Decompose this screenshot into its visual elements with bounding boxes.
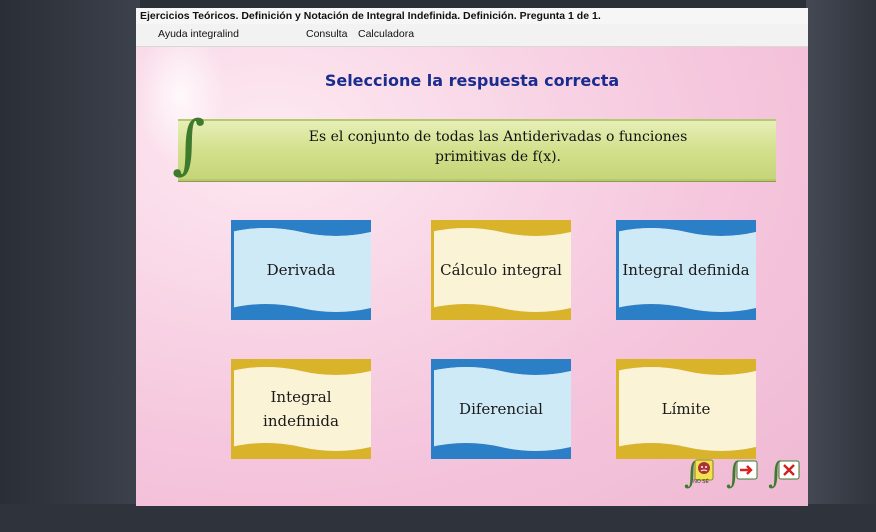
answer-option-label: Cálculo integral — [440, 261, 562, 279]
menu-consulta[interactable]: Consulta — [306, 28, 347, 40]
window-title: Ejercicios Teóricos. Definición y Notaci… — [136, 8, 808, 24]
answer-option-label: Diferencial — [459, 400, 543, 418]
answer-option-label: Integral definida — [622, 261, 750, 279]
answer-option-1[interactable]: Derivada — [231, 220, 371, 320]
question-line-1: Es el conjunto de todas las Antiderivada… — [308, 129, 688, 145]
answer-option-label: Derivada — [266, 261, 336, 279]
answer-option-label: Integral indefinida — [263, 388, 339, 430]
instruction-heading: Seleccione la respuesta correcta — [324, 71, 620, 90]
next-arrow-icon[interactable]: ∫ — [726, 455, 760, 491]
answer-option-6[interactable]: Límite — [616, 359, 756, 459]
answer-option-4[interactable]: Integral indefinida — [231, 359, 371, 459]
answer-option-5[interactable]: Diferencial — [431, 359, 571, 459]
answer-option-2[interactable]: Cálculo integral — [431, 220, 571, 320]
monitor-bezel-bottom — [0, 504, 876, 532]
question-text: Es el conjunto de todas las Antiderivada… — [238, 127, 758, 167]
menu-ayuda[interactable]: Ayuda integralind — [158, 28, 239, 40]
menu-bar: Ayuda integralind Consulta Calculadora — [136, 24, 808, 47]
app-window: Ejercicios Teóricos. Definición y Notaci… — [136, 8, 808, 506]
question-panel: Es el conjunto de todas las Antiderivada… — [178, 119, 776, 181]
question-line-2: primitivas de f(x). — [434, 149, 562, 165]
answer-option-label: Límite — [661, 400, 711, 418]
dont-know-icon[interactable]: ∫ NO SÉ — [684, 455, 718, 491]
answer-option-3[interactable]: Integral definida — [616, 220, 756, 320]
integral-symbol-icon: ∫ — [172, 108, 206, 182]
exercise-area: Seleccione la respuesta correcta Es el c… — [136, 47, 808, 506]
footer-controls: ∫ NO SÉ ∫ ∫ — [684, 455, 804, 491]
monitor-bezel-right — [806, 0, 876, 532]
monitor-bezel-left — [0, 0, 140, 532]
dont-know-label: NO SÉ — [693, 479, 709, 485]
menu-calculadora[interactable]: Calculadora — [358, 28, 414, 40]
close-icon[interactable]: ∫ — [768, 455, 802, 491]
